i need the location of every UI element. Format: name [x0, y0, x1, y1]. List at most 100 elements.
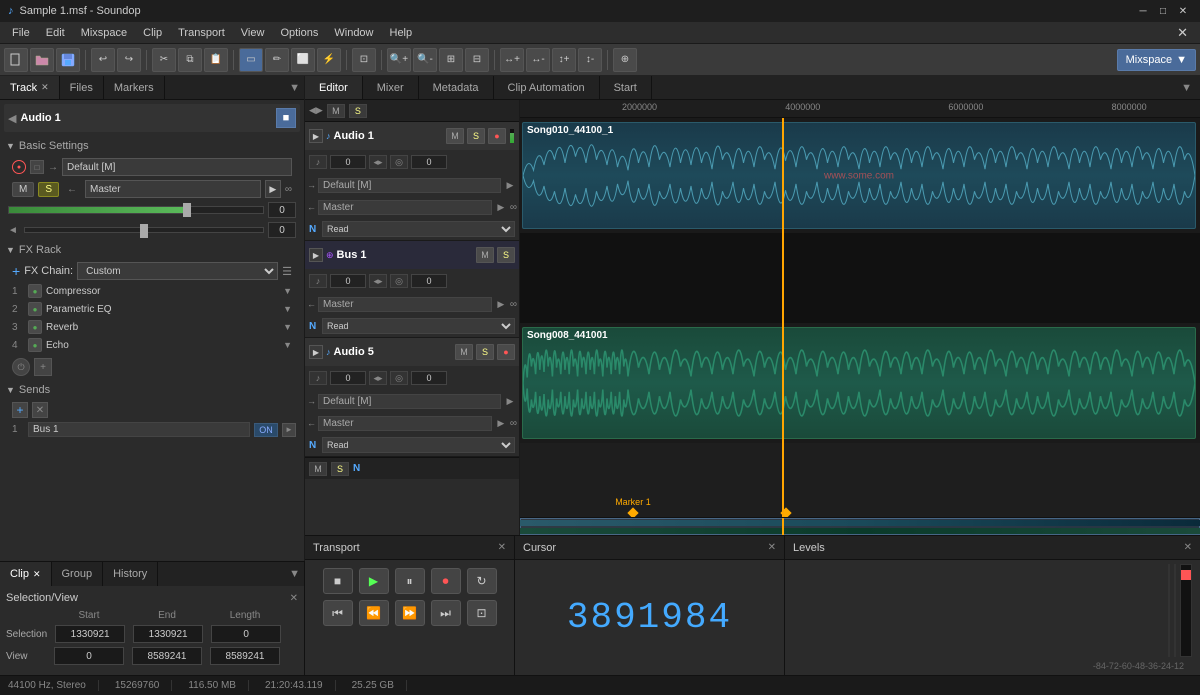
toolbar-extra1[interactable]: ⊕ — [613, 48, 637, 72]
sv-view-start[interactable] — [54, 647, 124, 665]
toolbar-zoom-sel[interactable]: ⊟ — [465, 48, 489, 72]
fx-power-1[interactable]: ● — [28, 284, 42, 298]
tab-group[interactable]: Group — [52, 562, 104, 586]
toolbar-zoom-in[interactable]: 🔍+ — [387, 48, 411, 72]
bus-route-name[interactable]: Master — [318, 297, 492, 312]
sends-route-btn[interactable]: ► — [282, 423, 296, 437]
editor-expand[interactable]: ▼ — [1173, 76, 1200, 99]
master-nav[interactable]: ◀▶ — [309, 105, 323, 116]
section-sends[interactable]: ▼ Sends — [4, 380, 300, 400]
clip-tab-close[interactable]: ✕ — [33, 569, 41, 580]
default-m-dropdown[interactable]: Default [M] — [62, 158, 292, 176]
toolbar-zoom-h-out[interactable]: ↔- — [526, 48, 550, 72]
bus-vol-l-input[interactable] — [330, 274, 366, 288]
left-panel-expand[interactable]: ▼ — [289, 82, 300, 94]
menu-window[interactable]: Window — [326, 25, 381, 41]
track-nav-prev[interactable]: ◀ — [8, 112, 16, 125]
section-basic-settings[interactable]: ▼ Basic Settings — [4, 136, 300, 156]
toolbar-pencil[interactable]: ✏ — [265, 48, 289, 72]
toolbar-zoom-v-out[interactable]: ↕- — [578, 48, 602, 72]
fx-expand-2[interactable]: ▼ — [283, 304, 292, 314]
clip-audio1[interactable]: Song010_44100_1 www.some.com — [522, 122, 1196, 229]
fx-power-4[interactable]: ● — [28, 338, 42, 352]
master-expand[interactable]: ▶ — [265, 180, 281, 198]
stop-button[interactable]: ■ — [323, 568, 353, 594]
menu-file[interactable]: File — [4, 25, 38, 41]
loop-button[interactable]: ↻ — [467, 568, 497, 594]
fx-add-btn[interactable]: + — [12, 263, 20, 279]
track-audio1-auto-select[interactable]: Read — [322, 221, 515, 237]
track-bus1-solo[interactable]: S — [497, 247, 515, 263]
transport-close[interactable]: ✕ — [498, 542, 506, 553]
close-button[interactable]: ✕ — [1174, 2, 1192, 20]
toolbar-erase[interactable]: ⬜ — [291, 48, 315, 72]
record-button[interactable]: ⏺ — [431, 568, 461, 594]
volume-handle[interactable] — [183, 203, 191, 217]
bottom-left-expand[interactable]: ▼ — [289, 568, 300, 580]
bus-vol-r-input[interactable] — [411, 274, 447, 288]
tab-editor[interactable]: Editor — [305, 76, 363, 99]
play-button[interactable]: ▶ — [359, 568, 389, 594]
menu-transport[interactable]: Transport — [170, 25, 233, 41]
pan-handle[interactable] — [144, 224, 148, 238]
fx-expand-3[interactable]: ▼ — [283, 322, 292, 332]
toolbar-paste[interactable]: 📋 — [204, 48, 228, 72]
track-bus1-auto-select[interactable]: Read — [322, 318, 515, 334]
forward-button[interactable]: ⏩ — [395, 600, 425, 626]
a5-vol-l-input[interactable] — [330, 371, 366, 385]
track-audio1-expand[interactable]: ▶ — [309, 129, 323, 143]
track-audio5-mute[interactable]: M — [455, 344, 473, 360]
track-audio1-mute[interactable]: M — [446, 128, 464, 144]
toolbar-undo[interactable]: ↩ — [91, 48, 115, 72]
toolbar-zoom-h-in[interactable]: ↔+ — [500, 48, 524, 72]
sv-view-end[interactable] — [132, 647, 202, 665]
toolbar-zoom-out[interactable]: 🔍- — [413, 48, 437, 72]
vol-l-input[interactable] — [330, 155, 366, 169]
fx-power-2[interactable]: ● — [28, 302, 42, 316]
go-end-button[interactable]: ⏭ — [431, 600, 461, 626]
track-audio1-solo[interactable]: S — [467, 128, 485, 144]
toolbar-split[interactable]: ⚡ — [317, 48, 341, 72]
volume-slider[interactable] — [8, 206, 264, 214]
master-solo-btn[interactable]: S — [349, 104, 367, 118]
sends-add-btn[interactable]: + — [12, 402, 28, 418]
toolbar-snap[interactable]: ⊡ — [352, 48, 376, 72]
master-s-btn[interactable]: S — [331, 462, 349, 476]
fx-chain-select[interactable]: Custom — [77, 262, 278, 280]
toolbar-open-folder[interactable] — [30, 48, 54, 72]
toolbar-zoom-fit[interactable]: ⊞ — [439, 48, 463, 72]
menu-mixspace[interactable]: Mixspace — [73, 25, 135, 41]
menubar-close[interactable]: ✕ — [1169, 23, 1196, 43]
tab-metadata[interactable]: Metadata — [419, 76, 494, 99]
toolbar-redo[interactable]: ↪ — [117, 48, 141, 72]
toolbar-zoom-v-in[interactable]: ↕+ — [552, 48, 576, 72]
a5-route-out-name[interactable]: Default [M] — [318, 394, 501, 409]
tab-history[interactable]: History — [103, 562, 158, 586]
fx-bypass-btn[interactable]: ⏻ — [12, 358, 30, 376]
bus-route-expand[interactable]: ▶ — [494, 297, 508, 311]
track-audio5-auto-select[interactable]: Read — [322, 437, 515, 453]
route-out-expand[interactable]: ▶ — [503, 178, 517, 192]
sv-selection-end[interactable] — [133, 625, 203, 643]
sv-close[interactable]: ✕ — [290, 593, 298, 604]
track-settings-btn[interactable]: ■ — [276, 108, 296, 128]
route-out-name[interactable]: Default [M] — [318, 178, 501, 193]
menu-edit[interactable]: Edit — [38, 25, 73, 41]
clip-audio5[interactable]: Song008_441001 — [522, 327, 1196, 439]
fx-expand-1[interactable]: ▼ — [283, 286, 292, 296]
menu-clip[interactable]: Clip — [135, 25, 170, 41]
toolbar-select[interactable]: ▭ — [239, 48, 263, 72]
pan-slider[interactable] — [24, 227, 264, 233]
mixspace-button[interactable]: Mixspace ▼ — [1117, 49, 1196, 71]
route-in-expand[interactable]: ▶ — [494, 200, 508, 214]
go-start-button[interactable]: ⏮ — [323, 600, 353, 626]
track-audio5-expand[interactable]: ▶ — [309, 345, 323, 359]
fx-chain-menu[interactable]: ☰ — [282, 265, 292, 278]
solo-button[interactable]: S — [38, 182, 59, 197]
sv-view-length[interactable] — [210, 647, 280, 665]
tab-clip[interactable]: Clip ✕ — [0, 562, 52, 586]
menu-view[interactable]: View — [233, 25, 273, 41]
toolbar-save[interactable] — [56, 48, 80, 72]
track-audio5-rec[interactable]: ● — [497, 344, 515, 360]
section-fx-rack[interactable]: ▼ FX Rack — [4, 240, 300, 260]
